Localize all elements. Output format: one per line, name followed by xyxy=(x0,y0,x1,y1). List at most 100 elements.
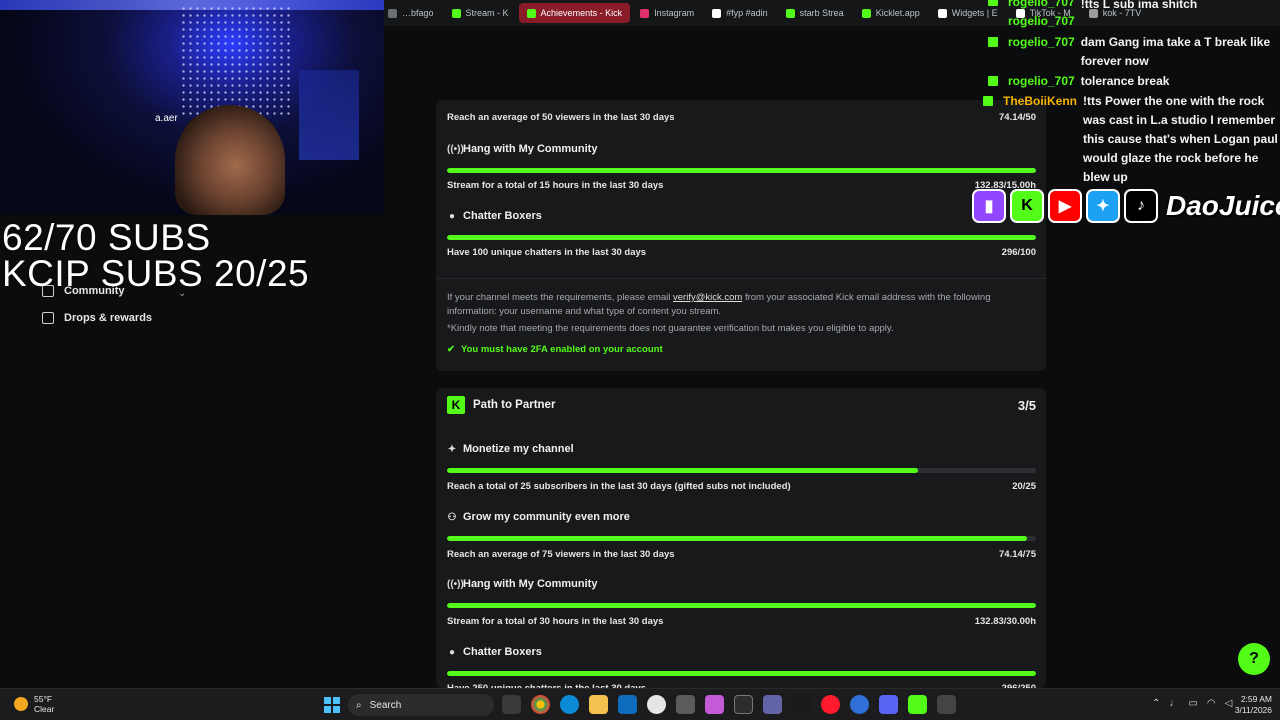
system-clock[interactable]: 2:59 AM 3/11/2026 xyxy=(1232,694,1272,716)
requirement-value: 132.83/30.00h xyxy=(974,616,1036,627)
tab-favicon-icon xyxy=(451,8,461,18)
kick-studio-icon[interactable] xyxy=(908,695,927,714)
background-window xyxy=(299,70,359,160)
chat-username: rogelio_707 xyxy=(1008,74,1075,88)
terminal-icon[interactable] xyxy=(734,695,753,714)
search-icon: ⌕ xyxy=(356,699,362,711)
weather-widget[interactable]: 55°F Clear xyxy=(14,694,54,714)
youtube-icon: ▶ xyxy=(1048,189,1082,223)
verify-email-link[interactable]: verify@kick.com xyxy=(673,292,742,303)
date: 3/11/2026 xyxy=(1234,705,1272,715)
weather-sun-icon xyxy=(14,697,28,711)
opera-icon[interactable] xyxy=(821,695,840,714)
taskbar-apps xyxy=(502,695,956,714)
progress-bar xyxy=(447,168,1036,173)
verification-panel: Reach an average of 50 viewers in the la… xyxy=(436,100,1046,371)
browser-tab[interactable]: Instagram xyxy=(632,3,702,23)
webcam-feed: a.aer xyxy=(0,0,384,215)
sidebar-item-drops[interactable]: Drops & rewards xyxy=(42,312,152,324)
verification-note: If your channel meets the requirements, … xyxy=(447,291,1037,318)
browser-tab[interactable]: Stream - K xyxy=(444,3,517,23)
tab-label: Kicklet.app xyxy=(875,8,920,18)
streamer xyxy=(175,105,285,215)
broadcast-icon: ((•)) xyxy=(447,143,464,155)
requirement-title: ((•)) Hang with My Community xyxy=(447,143,597,155)
copilot-icon[interactable] xyxy=(705,695,724,714)
kick-badge-icon xyxy=(988,0,998,6)
requirement-title: ⚇ Grow my community even more xyxy=(447,511,630,523)
discord-icon[interactable] xyxy=(879,695,898,714)
requirement-title-text: Grow my community even more xyxy=(463,511,630,523)
app-icon[interactable] xyxy=(937,695,956,714)
progress-fill xyxy=(447,468,919,473)
tab-label: …bfago xyxy=(402,8,434,18)
sub-goal-line: 62/70 SUBS xyxy=(2,217,211,258)
tab-favicon-icon xyxy=(388,8,397,18)
display-icon[interactable]: ▭ xyxy=(1188,698,1197,709)
chat-overlay: rogelio_707 !tts L sub ima shitch rogeli… xyxy=(980,0,1280,190)
start-button[interactable] xyxy=(324,697,340,713)
browser-tab[interactable]: #fyp #adin xyxy=(704,3,776,23)
requirement-title-text: Chatter Boxers xyxy=(463,646,542,658)
requirement-row: Reach an average of 75 viewers in the la… xyxy=(447,549,1036,560)
search-label: Search xyxy=(369,699,402,711)
tab-label: #fyp #adin xyxy=(726,8,768,18)
tab-label: starb Strea xyxy=(799,8,844,18)
wifi-icon[interactable]: ◠ xyxy=(1207,698,1216,709)
windows-taskbar: 55°F Clear ⌕ Search ⌃ ♩ ▭ ◠ ◁ 2:59 AM 3/… xyxy=(0,688,1280,720)
chat-message: rogelio_707 dam Gang ima take a T break … xyxy=(988,33,1278,71)
broadcast-icon: ((•)) xyxy=(447,578,464,590)
requirement-row: Have 100 unique chatters in the last 30 … xyxy=(447,247,1036,258)
chrome-icon[interactable] xyxy=(531,695,550,714)
people-icon: ⚇ xyxy=(447,511,457,523)
chevron-up-icon[interactable]: ⌃ xyxy=(1152,698,1160,709)
taskbar-search[interactable]: ⌕ Search xyxy=(348,694,494,716)
progress-bar xyxy=(447,603,1036,608)
partner-panel: K Path to Partner 3/5 ✦ Monetize my chan… xyxy=(436,388,1046,694)
requirement-label: Have 100 unique chatters in the last 30 … xyxy=(447,247,647,258)
requirement-value: 20/25 xyxy=(1012,481,1036,492)
kick-badge-icon xyxy=(983,96,993,106)
sub-goal-overlay: 62/70 SUBS KCIP SUBS 20/25 xyxy=(2,217,309,292)
progress-bar xyxy=(447,671,1036,676)
browser-tab[interactable]: Kicklet.app xyxy=(854,3,928,23)
system-tray: ⌃ ♩ ▭ ◠ ◁ xyxy=(1152,698,1232,709)
outlook-icon[interactable] xyxy=(618,695,637,714)
tab-label: Instagram xyxy=(654,8,695,18)
chat-message: TheBoiiKenn !tts Power the one with the … xyxy=(983,92,1279,187)
kick-app-icon[interactable] xyxy=(792,695,811,714)
chat-username: rogelio_707 xyxy=(1008,35,1075,49)
task-view-icon[interactable] xyxy=(502,695,521,714)
chat-icon: ● xyxy=(448,646,456,658)
app-icon[interactable] xyxy=(850,695,869,714)
tab-favicon-icon xyxy=(526,8,536,18)
app-icon[interactable] xyxy=(676,695,695,714)
help-button[interactable]: ? xyxy=(1238,643,1270,675)
partner-title: Path to Partner xyxy=(473,399,556,411)
kick-icon: K xyxy=(1010,189,1044,223)
chat-message: rogelio_707 xyxy=(988,14,1081,28)
chat-username: rogelio_707 xyxy=(1008,0,1075,9)
obs-icon[interactable] xyxy=(647,695,666,714)
browser-tab[interactable]: starb Strea xyxy=(778,3,852,23)
led-curtain xyxy=(180,5,290,115)
tab-label: Stream - K xyxy=(465,8,509,18)
progress-bar xyxy=(447,536,1036,541)
browser-tab[interactable]: Achievements - Kick xyxy=(518,3,631,23)
requirement-label: Reach an average of 75 viewers in the la… xyxy=(447,549,675,560)
chat-text: tolerance break xyxy=(1080,74,1170,88)
chat-username: TheBoiiKenn xyxy=(1003,94,1077,108)
edge-icon[interactable] xyxy=(560,695,579,714)
file-explorer-icon[interactable] xyxy=(589,695,608,714)
requirement-title: ((•)) Hang with My Community xyxy=(447,578,597,590)
microphone-icon[interactable]: ♩ xyxy=(1169,698,1179,709)
requirement-label: Reach an average of 50 viewers in the la… xyxy=(447,112,675,123)
teams-icon[interactable] xyxy=(763,695,782,714)
requirement-title: ✦ Monetize my channel xyxy=(447,443,574,455)
progress-fill xyxy=(447,671,1036,676)
chat-text: !tts L sub ima shitch xyxy=(1080,0,1198,11)
requirement-label: Stream for a total of 30 hours in the la… xyxy=(447,616,664,627)
requirement-value: 74.14/75 xyxy=(999,549,1036,560)
browser-tab[interactable]: …bfago xyxy=(380,3,442,23)
requirement-title: ● Chatter Boxers xyxy=(447,210,542,222)
